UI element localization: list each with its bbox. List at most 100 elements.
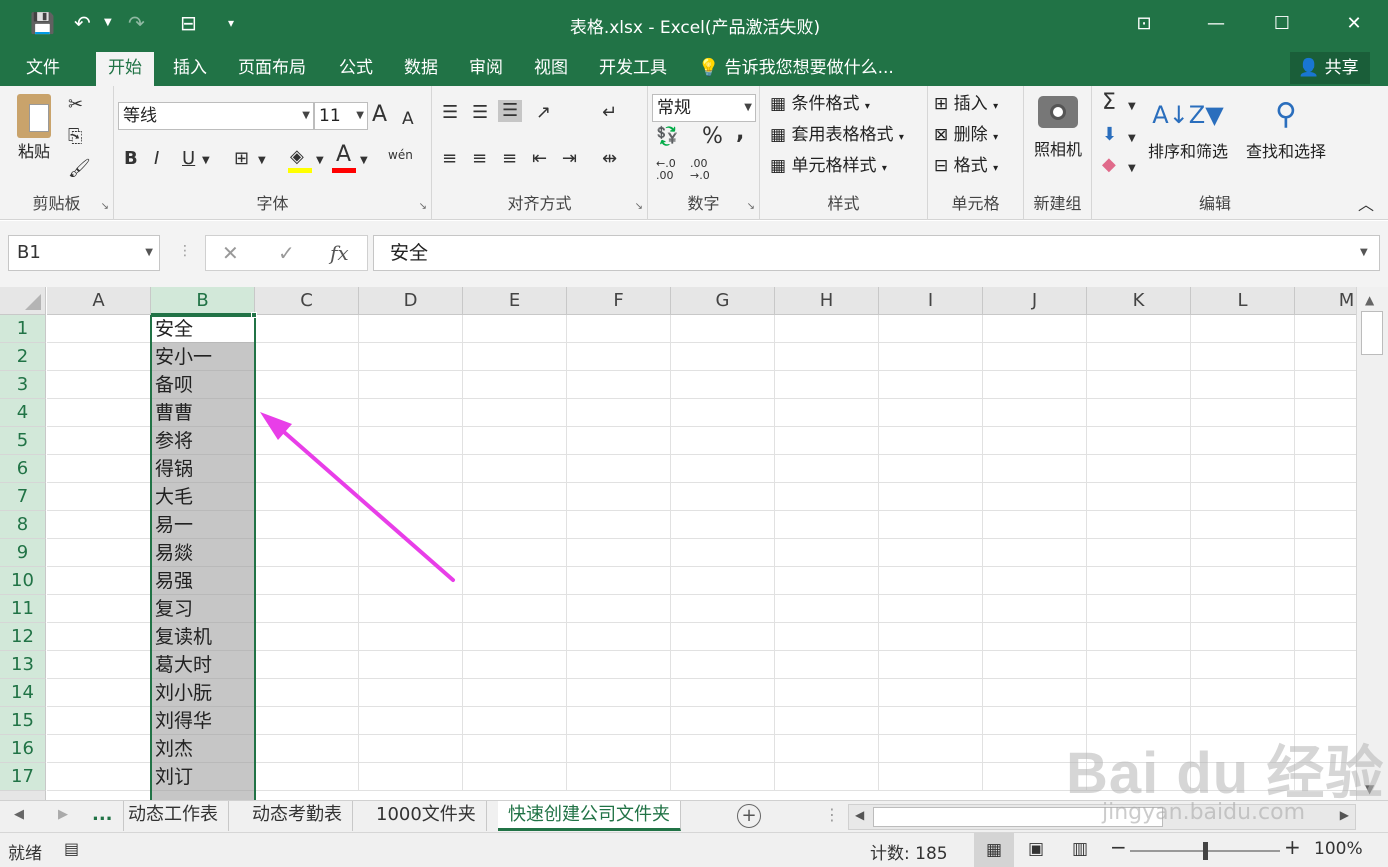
- ribbon-display-icon[interactable]: ⊡: [1124, 10, 1164, 38]
- cell[interactable]: [255, 707, 359, 735]
- cell[interactable]: [775, 539, 879, 567]
- cell[interactable]: [983, 343, 1087, 371]
- row-header[interactable]: 10: [0, 567, 46, 595]
- cell[interactable]: [567, 539, 671, 567]
- cell[interactable]: [1191, 455, 1295, 483]
- delete-cells-button[interactable]: ⊠ 删除 ▾: [934, 123, 998, 150]
- cell[interactable]: [359, 343, 463, 371]
- cell[interactable]: [1087, 455, 1191, 483]
- italic-button[interactable]: I: [154, 148, 159, 170]
- cell[interactable]: [1295, 399, 1356, 427]
- cell[interactable]: [775, 399, 879, 427]
- row-header[interactable]: 17: [0, 763, 46, 791]
- cell[interactable]: [359, 567, 463, 595]
- cell[interactable]: [983, 399, 1087, 427]
- cell[interactable]: [463, 399, 567, 427]
- cell[interactable]: [1087, 567, 1191, 595]
- cell[interactable]: [775, 623, 879, 651]
- cell[interactable]: [47, 315, 151, 343]
- underline-button[interactable]: U: [182, 148, 195, 170]
- cell[interactable]: [567, 567, 671, 595]
- tab-page-layout[interactable]: 页面布局: [226, 52, 318, 86]
- font-size-combo[interactable]: 11 ▼: [314, 102, 368, 130]
- maximize-icon[interactable]: ☐: [1262, 10, 1302, 38]
- cell[interactable]: [47, 427, 151, 455]
- row-header[interactable]: 14: [0, 679, 46, 707]
- cell[interactable]: [1087, 511, 1191, 539]
- close-icon[interactable]: ✕: [1334, 10, 1374, 38]
- format-cells-button[interactable]: ⊟ 格式 ▾: [934, 154, 998, 181]
- cell[interactable]: [983, 707, 1087, 735]
- cell[interactable]: [567, 399, 671, 427]
- cell[interactable]: [879, 427, 983, 455]
- cell[interactable]: 曹曹: [151, 399, 255, 427]
- cell[interactable]: [255, 399, 359, 427]
- undo-dropdown-icon[interactable]: ▼: [104, 10, 112, 36]
- merge-center-icon[interactable]: ⇹: [602, 148, 617, 170]
- cell[interactable]: [879, 651, 983, 679]
- cell[interactable]: [775, 763, 879, 791]
- find-select-button[interactable]: ⚲ 查找和选择: [1238, 94, 1334, 162]
- conditional-formatting-button[interactable]: ▦ 条件格式 ▾: [770, 92, 870, 119]
- borders-icon[interactable]: ⊞: [234, 148, 249, 170]
- cell[interactable]: [1191, 539, 1295, 567]
- cut-icon[interactable]: ✂: [68, 94, 83, 116]
- cell[interactable]: [463, 343, 567, 371]
- cell[interactable]: [879, 735, 983, 763]
- cell[interactable]: [879, 511, 983, 539]
- cell[interactable]: [775, 735, 879, 763]
- camera-button[interactable]: 照相机: [1028, 96, 1088, 160]
- sheet-tab[interactable]: 1000文件夹: [366, 801, 487, 831]
- cell[interactable]: [359, 371, 463, 399]
- horizontal-scrollbar[interactable]: ◀ ▶: [848, 804, 1356, 830]
- cell[interactable]: [983, 427, 1087, 455]
- sheet-prev-icon[interactable]: ◀: [14, 807, 24, 822]
- cell[interactable]: [775, 511, 879, 539]
- cell[interactable]: [983, 595, 1087, 623]
- cell[interactable]: [359, 735, 463, 763]
- cell[interactable]: [359, 483, 463, 511]
- tab-insert[interactable]: 插入: [161, 52, 219, 86]
- cell[interactable]: [671, 455, 775, 483]
- paste-button[interactable]: 粘贴: [8, 94, 60, 162]
- cell[interactable]: [463, 595, 567, 623]
- cell[interactable]: [567, 427, 671, 455]
- cell[interactable]: [775, 483, 879, 511]
- zoom-level[interactable]: 100%: [1314, 839, 1363, 859]
- cell[interactable]: [1087, 763, 1191, 791]
- insert-cells-button[interactable]: ⊞ 插入 ▾: [934, 92, 998, 119]
- cell[interactable]: 易燚: [151, 539, 255, 567]
- cell[interactable]: [359, 707, 463, 735]
- cell[interactable]: [879, 483, 983, 511]
- cell[interactable]: [1087, 735, 1191, 763]
- fill-color-icon[interactable]: ◈: [290, 146, 304, 168]
- cell[interactable]: [47, 567, 151, 595]
- font-color-button[interactable]: A: [336, 144, 351, 166]
- tab-data[interactable]: 数据: [392, 52, 450, 86]
- enter-icon[interactable]: ✓: [278, 241, 295, 265]
- cell[interactable]: [1295, 343, 1356, 371]
- cell[interactable]: [671, 511, 775, 539]
- cell[interactable]: [1295, 679, 1356, 707]
- cell[interactable]: [463, 315, 567, 343]
- column-header-j[interactable]: J: [983, 287, 1087, 315]
- cell[interactable]: [463, 511, 567, 539]
- hscroll-thumb[interactable]: [873, 807, 1163, 827]
- cell[interactable]: [983, 371, 1087, 399]
- cell[interactable]: 复习: [151, 595, 255, 623]
- cell[interactable]: [567, 735, 671, 763]
- cell[interactable]: [255, 651, 359, 679]
- cell[interactable]: [255, 595, 359, 623]
- normal-view-icon[interactable]: ▦: [974, 833, 1014, 867]
- align-left-icon[interactable]: ≡: [442, 148, 457, 170]
- cell[interactable]: [1295, 763, 1356, 791]
- cell[interactable]: [1295, 483, 1356, 511]
- cell[interactable]: [255, 763, 359, 791]
- cell[interactable]: [47, 539, 151, 567]
- cell[interactable]: [879, 539, 983, 567]
- row-header[interactable]: 6: [0, 455, 46, 483]
- cell[interactable]: [671, 679, 775, 707]
- row-header[interactable]: 16: [0, 735, 46, 763]
- tell-me-search[interactable]: 💡 告诉我您想要做什么...: [698, 52, 894, 84]
- cell[interactable]: [47, 735, 151, 763]
